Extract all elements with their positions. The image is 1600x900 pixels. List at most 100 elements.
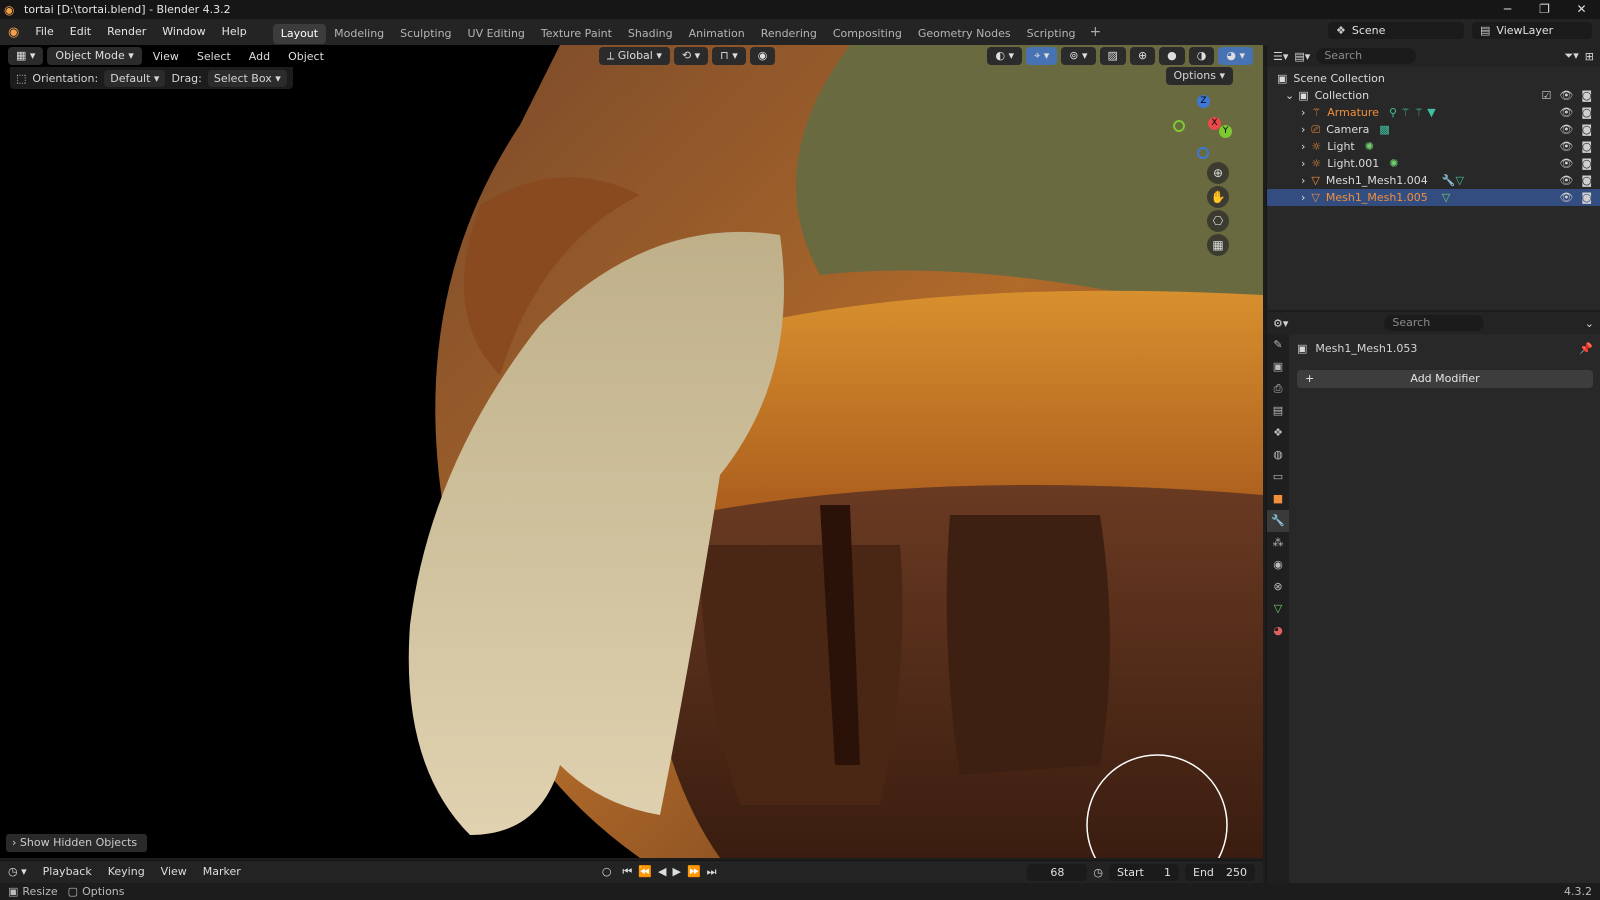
world-tab-icon[interactable]: ◍ xyxy=(1267,444,1289,466)
collection-row[interactable]: ⌄ ▣ Collection ☑ 👁 ◙ xyxy=(1267,87,1600,104)
minimize-button[interactable]: ─ xyxy=(1489,0,1526,19)
chevron-right-icon[interactable]: › xyxy=(1301,140,1305,153)
chevron-down-icon[interactable]: ⌄ xyxy=(1585,317,1594,330)
camera-view-icon[interactable]: ⎔ xyxy=(1207,210,1229,232)
eye-icon[interactable]: 👁 xyxy=(1559,89,1573,102)
render-camera-icon[interactable]: ◙ xyxy=(1581,140,1592,153)
tab-rendering[interactable]: Rendering xyxy=(753,24,825,44)
chevron-right-icon[interactable]: › xyxy=(1301,191,1305,204)
viewlayer-selector[interactable]: ▤ ViewLayer xyxy=(1472,22,1592,39)
tab-animation[interactable]: Animation xyxy=(681,24,753,44)
render-camera-icon[interactable]: ◙ xyxy=(1581,174,1592,187)
display-mode-icon[interactable]: ▤▾ xyxy=(1294,50,1310,63)
render-camera-icon[interactable]: ◙ xyxy=(1581,89,1592,102)
eye-icon[interactable]: 👁 xyxy=(1559,157,1573,170)
clock-icon[interactable]: ◷ xyxy=(1093,866,1103,879)
physics-tab-icon[interactable]: ◉ xyxy=(1267,554,1289,576)
tab-layout[interactable]: Layout xyxy=(272,23,327,44)
tab-sculpting[interactable]: Sculpting xyxy=(392,24,459,44)
perspective-grid-icon[interactable]: ▦ xyxy=(1207,234,1229,256)
tab-compositing[interactable]: Compositing xyxy=(825,24,910,44)
zoom-icon[interactable]: ⊕ xyxy=(1207,162,1229,184)
gizmo-z-axis[interactable]: Z xyxy=(1197,95,1210,108)
menu-help[interactable]: Help xyxy=(214,19,255,45)
drag-dropdown[interactable]: Select Box ▾ xyxy=(207,69,287,87)
eye-icon[interactable]: 👁 xyxy=(1559,106,1573,119)
render-camera-icon[interactable]: ◙ xyxy=(1581,106,1592,119)
chevron-right-icon[interactable]: › xyxy=(1301,157,1305,170)
outliner-editor-icon[interactable]: ☰▾ xyxy=(1273,50,1288,63)
gizmo-toggle-icon[interactable]: ⌖ ▾ xyxy=(1026,47,1058,65)
menu-object[interactable]: Object xyxy=(281,50,331,63)
menu-edit[interactable]: Edit xyxy=(62,19,99,45)
outliner-item-mesh-004[interactable]: › ▽ Mesh1_Mesh1.004 🔧▽ 👁 ◙ xyxy=(1267,172,1600,189)
object-tab-icon[interactable]: ■ xyxy=(1267,488,1289,510)
eye-icon[interactable]: 👁 xyxy=(1559,140,1573,153)
pin-icon[interactable]: 📌 xyxy=(1579,342,1593,355)
particles-tab-icon[interactable]: ⁂ xyxy=(1267,532,1289,554)
maximize-button[interactable]: ❐ xyxy=(1526,0,1563,19)
play-reverse-icon[interactable]: ◀ xyxy=(655,861,669,883)
add-modifier-button[interactable]: + Add Modifier xyxy=(1297,370,1593,388)
add-workspace-icon[interactable]: + xyxy=(1084,24,1108,40)
output-tab-icon[interactable]: ⎙ xyxy=(1267,378,1289,400)
material-tab-icon[interactable]: ◕ xyxy=(1267,620,1289,642)
outliner-item-light[interactable]: › ☼ Light ✺ 👁 ◙ xyxy=(1267,138,1600,155)
editor-type-button[interactable]: ▦ ▾ xyxy=(8,47,44,65)
tool-icon[interactable]: ⬚ xyxy=(16,72,26,85)
menu-view[interactable]: View xyxy=(146,50,186,63)
end-frame-field[interactable]: End 250 xyxy=(1185,863,1255,881)
xray-icon[interactable]: ▨ xyxy=(1099,47,1126,65)
shading-material-icon[interactable]: ◑ xyxy=(1188,47,1215,65)
next-keyframe-icon[interactable]: ⏩ xyxy=(684,861,704,883)
gizmo-neg-z[interactable] xyxy=(1197,147,1209,159)
tab-shading[interactable]: Shading xyxy=(620,24,681,44)
transform-orientation-selector[interactable]: ⟂ Global ▾ xyxy=(598,47,670,65)
shading-solid-icon[interactable]: ● xyxy=(1159,47,1185,65)
menu-view-timeline[interactable]: View xyxy=(153,861,195,883)
jump-end-icon[interactable]: ⏭ xyxy=(704,861,720,883)
tab-modeling[interactable]: Modeling xyxy=(326,24,392,44)
autokey-icon[interactable]: ○ xyxy=(594,861,620,883)
visibility-icon[interactable]: ◐ ▾ xyxy=(987,47,1023,65)
outliner-item-light-001[interactable]: › ☼ Light.001 ✺ 👁 ◙ xyxy=(1267,155,1600,172)
menu-add[interactable]: Add xyxy=(242,50,277,63)
new-collection-icon[interactable]: ⊞ xyxy=(1585,50,1594,63)
timeline-editor-icon[interactable]: ◷ ▾ xyxy=(0,861,35,883)
pivot-icon[interactable]: ⟲ ▾ xyxy=(673,47,709,65)
modifier-tab-icon[interactable]: 🔧 xyxy=(1267,510,1289,532)
tool-tab-icon[interactable]: ✎ xyxy=(1267,334,1289,356)
chevron-right-icon[interactable]: › xyxy=(1301,106,1305,119)
blender-menu-icon[interactable]: ◉ xyxy=(0,25,27,40)
menu-window[interactable]: Window xyxy=(154,19,213,45)
menu-select[interactable]: Select xyxy=(190,50,238,63)
constraints-tab-icon[interactable]: ⊗ xyxy=(1267,576,1289,598)
collection-checkbox-icon[interactable]: ☑ xyxy=(1541,89,1551,102)
overlays-icon[interactable]: ⊚ ▾ xyxy=(1061,47,1096,65)
eye-icon[interactable]: 👁 xyxy=(1559,174,1573,187)
eye-icon[interactable]: 👁 xyxy=(1559,123,1573,136)
close-button[interactable]: ✕ xyxy=(1563,0,1600,19)
gizmo-neg-y[interactable] xyxy=(1173,120,1185,132)
outliner-search-input[interactable]: Search xyxy=(1316,48,1417,64)
scene-selector[interactable]: ❖ Scene xyxy=(1328,22,1464,39)
menu-marker[interactable]: Marker xyxy=(195,861,249,883)
outliner-item-armature[interactable]: › ⚚ Armature ⚲ ⚚ ⚚ ▼ 👁 ◙ xyxy=(1267,104,1600,121)
tab-scripting[interactable]: Scripting xyxy=(1019,24,1084,44)
show-hidden-objects-panel[interactable]: › Show Hidden Objects xyxy=(6,834,148,852)
properties-search-input[interactable]: Search xyxy=(1384,315,1485,331)
scene-tab-icon[interactable]: ❖ xyxy=(1267,422,1289,444)
tab-texture-paint[interactable]: Texture Paint xyxy=(533,24,620,44)
collection-tab-icon[interactable]: ▭ xyxy=(1267,466,1289,488)
proportional-edit-icon[interactable]: ◉ xyxy=(749,47,776,65)
menu-file[interactable]: File xyxy=(27,19,61,45)
outliner-item-camera[interactable]: › ⎚ Camera ▩ 👁 ◙ xyxy=(1267,121,1600,138)
render-camera-icon[interactable]: ◙ xyxy=(1581,191,1592,204)
prev-keyframe-icon[interactable]: ⏪ xyxy=(635,861,655,883)
chevron-right-icon[interactable]: › xyxy=(1301,123,1305,136)
data-tab-icon[interactable]: ▽ xyxy=(1267,598,1289,620)
navigation-gizmo[interactable]: Z X Y xyxy=(1163,95,1233,165)
outliner-item-mesh-005[interactable]: › ▽ Mesh1_Mesh1.005 ▽ 👁 ◙ xyxy=(1267,189,1600,206)
scene-collection-row[interactable]: ▣ Scene Collection xyxy=(1267,70,1600,87)
snap-icon[interactable]: ⊓ ▾ xyxy=(712,47,746,65)
